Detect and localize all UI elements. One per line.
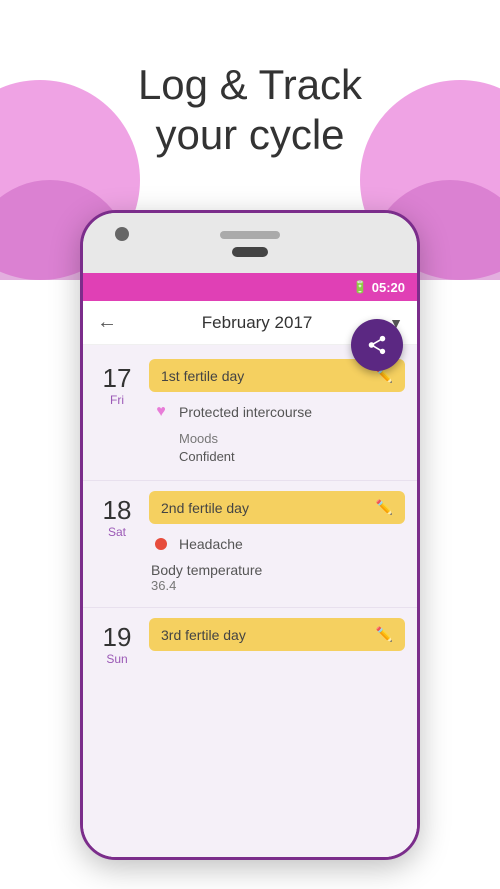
back-button[interactable]: ←	[97, 311, 117, 334]
status-time: 05:20	[372, 280, 405, 295]
day-row-19: 19 Sun 3rd fertile day ✏️	[83, 612, 417, 672]
app-content: ← February 2017 ▼ 17 Fri 1st fertile day	[83, 301, 417, 857]
temp-label: Body temperature	[151, 562, 405, 578]
day-row-17: 17 Fri 1st fertile day ✏️ ♥ Protected in…	[83, 353, 417, 476]
temp-value: 36.4	[151, 578, 405, 593]
edit-icon-19[interactable]: ✏️	[376, 626, 393, 643]
month-year-label: February 2017	[129, 313, 385, 333]
title-area: Log & Track your cycle	[0, 0, 500, 181]
main-title: Log & Track your cycle	[0, 60, 500, 161]
day-19-content: 3rd fertile day ✏️	[149, 618, 405, 657]
divider-18-19	[83, 607, 417, 608]
fertile-pill-18[interactable]: 2nd fertile day ✏️	[149, 491, 405, 524]
day-18-name: Sat	[95, 525, 139, 539]
day-17-content: 1st fertile day ✏️ ♥ Protected intercour…	[149, 359, 405, 470]
divider-17-18	[83, 480, 417, 481]
day-17-col: 17 Fri	[95, 359, 139, 407]
share-icon	[366, 334, 388, 356]
day-18-col: 18 Sat	[95, 491, 139, 539]
temp-section: Body temperature 36.4	[149, 558, 405, 597]
battery-icon: 🔋	[353, 280, 368, 294]
phone-mockup: 🔋 05:20 ← February 2017 ▼ 17 Fri	[80, 210, 420, 860]
scroll-content: 17 Fri 1st fertile day ✏️ ♥ Protected in…	[83, 345, 417, 857]
phone-sensor	[232, 247, 268, 257]
day-row-18: 18 Sat 2nd fertile day ✏️ Headache	[83, 485, 417, 603]
status-bar: 🔋 05:20	[83, 273, 417, 301]
fertile-label-19: 3rd fertile day	[161, 627, 246, 643]
day-17-name: Fri	[95, 393, 139, 407]
log-headache: Headache	[151, 530, 405, 558]
heart-icon: ♥	[151, 402, 171, 422]
day-18-content: 2nd fertile day ✏️ Headache Body tempera…	[149, 491, 405, 597]
moods-value: Confident	[179, 449, 235, 464]
moods-section: Moods Confident	[149, 426, 405, 470]
edit-icon-18[interactable]: ✏️	[376, 499, 393, 516]
fertile-label-18: 2nd fertile day	[161, 500, 249, 516]
red-dot	[155, 538, 167, 550]
day-19-number: 19	[95, 624, 139, 650]
intercourse-label: Protected intercourse	[179, 404, 312, 420]
share-fab-button[interactable]	[351, 319, 403, 371]
day-19-name: Sun	[95, 652, 139, 666]
fertile-pill-19[interactable]: 3rd fertile day ✏️	[149, 618, 405, 651]
day-17-number: 17	[95, 365, 139, 391]
headache-dot-icon	[151, 534, 171, 554]
moods-label: Moods	[179, 431, 218, 446]
log-intercourse: ♥ Protected intercourse	[151, 398, 405, 426]
phone-top	[83, 213, 417, 273]
day-18-number: 18	[95, 497, 139, 523]
phone-camera	[115, 227, 129, 241]
headache-label: Headache	[179, 536, 243, 552]
phone-speaker	[220, 231, 280, 239]
fertile-label-17: 1st fertile day	[161, 368, 244, 384]
day-19-col: 19 Sun	[95, 618, 139, 666]
